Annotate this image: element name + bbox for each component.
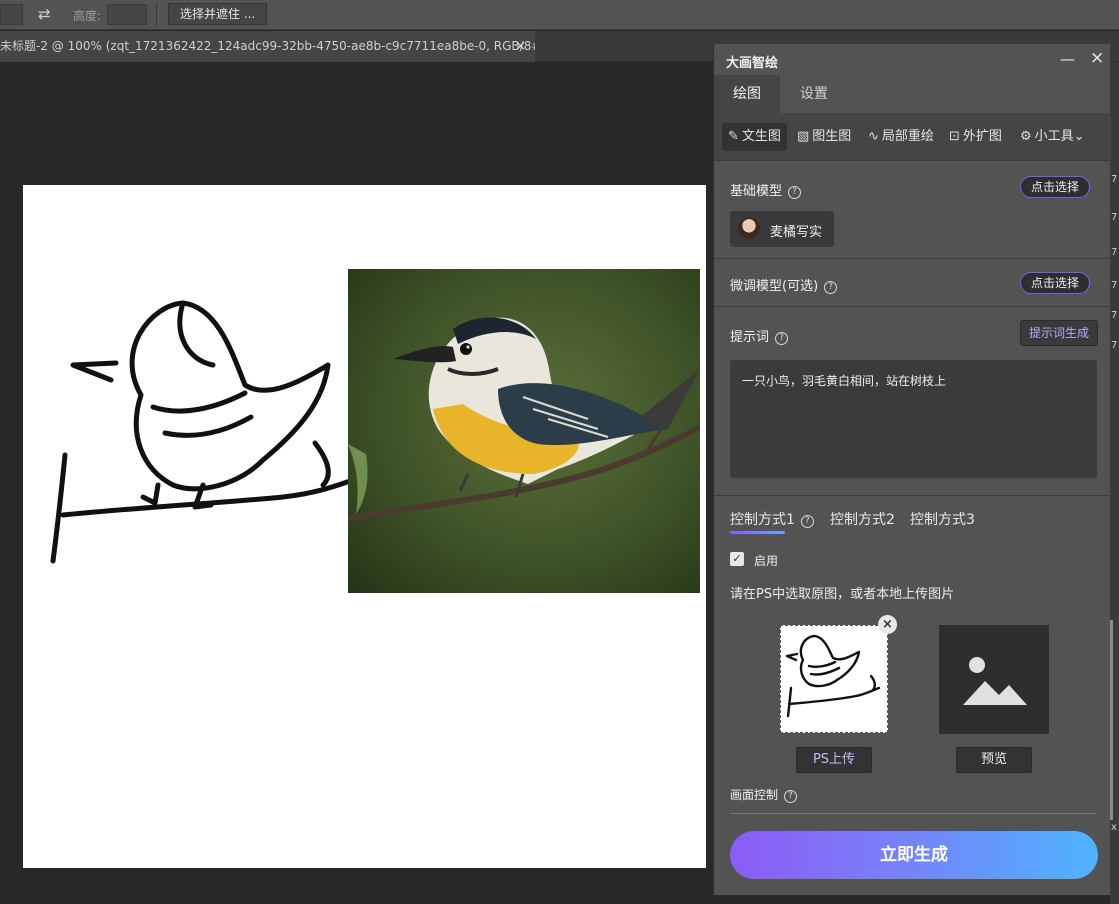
subtab-label: 局部重绘 [881,129,934,144]
subtab-outpaint[interactable]: ⊡ 外扩图 [943,123,1008,151]
help-icon[interactable]: ? [824,281,838,294]
active-tab-underline [730,531,785,534]
brush-icon: ∿ [868,129,879,144]
options-bar: ⇄ 高度: 选择并遮住 ... [0,0,1119,30]
subtab-tools[interactable]: ⚙ 小工具⌄ [1014,123,1091,151]
image-control-label: 画面控制? [730,786,798,803]
base-model-select-button[interactable]: 点击选择 [1020,176,1091,198]
height-input[interactable] [107,4,147,25]
tab-control-3[interactable]: 控制方式3 [910,509,975,529]
help-icon[interactable]: ? [775,332,789,345]
tab-settings[interactable]: 设置 [780,75,848,113]
subtab-label: 文生图 [741,129,781,144]
ai-drawing-panel: 大画智绘 — × 绘图 设置 ✎ 文生图 ▧ 图生图 ∿ 局部重绘 ⊡ 外扩图 ⚙ 小工具… [713,44,1113,895]
tab-control-1[interactable]: 控制方式1? [730,509,814,529]
select-and-mask-button[interactable]: 选择并遮住 ... [168,3,268,25]
divider [730,813,1097,814]
subtab-image-to-image[interactable]: ▧ 图生图 [791,123,857,151]
minimize-icon[interactable]: — [1060,50,1075,68]
subtab-inpaint[interactable]: ∿ 局部重绘 [862,123,940,151]
control-image-thumbnail[interactable] [780,625,888,733]
enable-checkbox[interactable]: ✓ [730,552,744,566]
generated-bird-image [348,269,700,593]
prompt-label: 提示词? [730,326,789,345]
options-divider [156,3,157,27]
selected-model-chip[interactable]: 麦橘写实 [730,211,834,247]
base-model-label: 基础模型? [730,180,802,199]
generate-now-button[interactable]: 立即生成 [730,831,1098,879]
selected-model-name: 麦橘写实 [770,225,823,240]
image-placeholder-icon [963,657,1027,705]
help-icon[interactable]: ? [788,186,802,199]
strip-number: 7 [1111,340,1118,351]
ps-upload-button[interactable]: PS上传 [796,747,872,773]
prompt-generate-button[interactable]: 提示词生成 [1020,320,1099,346]
help-icon[interactable]: ? [784,790,798,803]
strip-number: 7 [1111,280,1118,291]
document-canvas[interactable] [23,185,706,868]
gear-icon: ⚙ [1020,129,1032,144]
strip-number: 7 [1111,212,1118,223]
finetune-model-section: 微调模型(可选)? 点击选择 [714,259,1111,307]
strip-number: 7 [1111,247,1118,258]
sketch-thumbnail-icon [785,634,881,718]
edit-icon: ✎ [728,129,739,144]
upload-hint: 请在PS中选取原图，或者本地上传图片 [730,587,955,602]
panel-scrollbar[interactable] [1110,620,1113,820]
chevron-down-icon: ⌄ [1073,129,1085,144]
expand-icon: ⊡ [949,129,960,144]
panel-tabs: 绘图 设置 [714,75,1111,113]
strip-number: 7 [1111,310,1118,321]
subtab-text-to-image[interactable]: ✎ 文生图 [722,123,787,151]
remove-image-icon[interactable]: × [878,615,897,634]
document-tab[interactable]: 未标题-2 @ 100% (zqt_1721362422_124adc99-32… [0,31,535,62]
subtab-label: 小工具 [1034,129,1074,144]
tab-control-2[interactable]: 控制方式2 [830,509,895,529]
help-icon[interactable]: ? [800,515,814,528]
close-panel-icon[interactable]: × [1090,48,1104,68]
strip-number: x [1111,822,1117,833]
finetune-model-label: 微调模型(可选)? [730,275,838,294]
mode-subtabs: ✎ 文生图 ▧ 图生图 ∿ 局部重绘 ⊡ 外扩图 ⚙ 小工具⌄ [714,113,1111,161]
height-label: 高度: [73,9,102,23]
strip-number: 7 [1111,174,1118,185]
close-document-icon[interactable]: × [515,31,526,62]
width-input[interactable] [0,4,23,25]
tab-draw[interactable]: 绘图 [714,75,780,113]
panel-title: 大画智绘 [726,56,779,71]
image-icon: ▧ [797,129,810,144]
preview-placeholder [939,625,1049,734]
prompt-textarea[interactable]: 一只小鸟，羽毛黄白相间，站在树枝上 [730,360,1097,478]
avatar [738,217,760,239]
enable-label: 启用 [754,554,779,568]
document-tab-title: 未标题-2 @ 100% (zqt_1721362422_124adc99-32… [0,39,535,53]
subtab-label: 外扩图 [962,129,1002,144]
preview-button[interactable]: 预览 [956,747,1032,773]
finetune-model-select-button[interactable]: 点击选择 [1020,272,1091,294]
subtab-label: 图生图 [812,129,852,144]
swap-dimensions-icon[interactable]: ⇄ [38,5,51,23]
